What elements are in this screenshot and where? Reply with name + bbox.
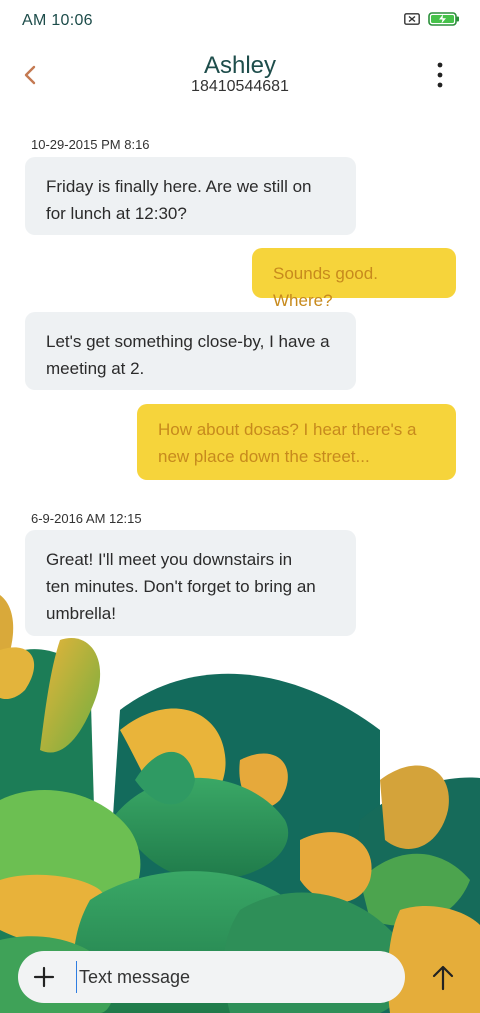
plus-icon[interactable]	[32, 965, 56, 989]
message-line: meeting at 2.	[46, 359, 145, 378]
message-line: Friday is finally here. Are we still on	[46, 177, 312, 196]
message-line: Sounds good. Where?	[273, 264, 378, 310]
message-line: umbrella!	[46, 604, 116, 623]
message-line: for lunch at 12:30?	[46, 204, 187, 223]
message-timestamp: 10-29-2015 PM 8:16	[31, 137, 150, 152]
outgoing-message-bubble[interactable]: Sounds good. Where?	[252, 248, 456, 310]
message-composer	[18, 951, 405, 1003]
outgoing-message-bubble[interactable]: How about dosas? I hear there's a new pl…	[137, 404, 456, 480]
contact-name: Ashley	[203, 52, 277, 79]
leaf-background-art	[0, 595, 480, 1013]
incoming-message-bubble[interactable]: Friday is finally here. Are we still on …	[25, 157, 356, 235]
message-line: Great! I'll meet you downstairs in	[46, 550, 293, 569]
message-line: Let's get something close-by, I have a	[46, 332, 330, 351]
conversation-header: Ashley 18410544681	[0, 44, 480, 104]
status-bar: AM 10:06	[0, 0, 480, 40]
incoming-message-bubble[interactable]: Let's get something close-by, I have a m…	[25, 312, 356, 390]
message-input[interactable]	[76, 961, 389, 993]
more-vertical-icon[interactable]	[428, 58, 452, 92]
message-timestamp: 6-9-2016 AM 12:15	[31, 511, 142, 526]
send-arrow-icon[interactable]	[428, 962, 458, 994]
message-line: ten minutes. Don't forget to bring an	[46, 577, 316, 596]
contact-number: 18410544681	[191, 78, 289, 95]
message-line: new place down the street...	[158, 447, 370, 466]
status-time: AM 10:06	[22, 12, 93, 29]
sim-blocked-icon	[404, 13, 420, 25]
message-line: How about dosas? I hear there's a	[158, 420, 417, 439]
battery-charging-icon	[428, 12, 459, 26]
incoming-message-bubble[interactable]: Great! I'll meet you downstairs in ten m…	[25, 530, 356, 636]
